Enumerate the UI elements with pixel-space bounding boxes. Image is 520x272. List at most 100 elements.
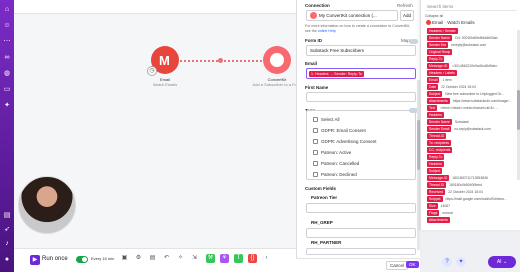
item-key-pill[interactable]: Sender Email — [427, 126, 452, 132]
add-connection-button[interactable]: Add — [400, 10, 414, 21]
item-key-pill[interactable]: Thread-ID — [427, 133, 447, 139]
item-row[interactable]: Original Recip — [427, 49, 455, 55]
item-key-pill[interactable]: Headers › Labels — [427, 70, 457, 76]
item-key-pill[interactable]: Sender Name — [427, 119, 452, 125]
item-row[interactable]: To: recipients — [427, 140, 454, 146]
item-row[interactable]: Message-ID 1801800711713553836 — [427, 175, 488, 181]
tag-option[interactable]: Patreon: Declined — [313, 172, 357, 178]
item-key-pill[interactable]: Sender Em — [427, 42, 448, 48]
item-key-pill[interactable]: Reply-To — [427, 56, 445, 62]
item-row[interactable]: Headers — [427, 112, 447, 118]
notes-icon[interactable]: ▤ — [148, 254, 157, 263]
item-key-pill[interactable]: Subject — [427, 91, 443, 97]
form-map-toggle[interactable] — [409, 39, 418, 44]
save-icon[interactable]: ▣ — [120, 254, 129, 263]
checkbox[interactable] — [313, 139, 318, 145]
cancel-button[interactable]: Cancel — [386, 261, 409, 270]
item-key-pill[interactable]: Received — [427, 189, 446, 195]
rocket-icon[interactable]: ➶ — [3, 226, 11, 234]
connection-select[interactable]: My ConvertKit connection (... — [306, 10, 398, 21]
item-row[interactable]: Sender Name CN: 0001f0d80e8f4d6b53ab — [427, 35, 498, 41]
email-field[interactable]: 1. Headers → Sender: Reply-To — [306, 68, 416, 79]
item-key-pill[interactable]: Email — [427, 77, 440, 83]
book-icon[interactable]: ▤ — [3, 212, 11, 220]
tag-option[interactable]: GDPR: Email Consent — [313, 128, 366, 134]
flow-control-icon[interactable]: ⚘ — [220, 254, 229, 263]
item-key-pill[interactable]: Flags — [427, 210, 440, 216]
item-key-pill[interactable]: Headers — [427, 161, 444, 167]
item-row[interactable]: Email 1 item — [427, 77, 452, 83]
star-icon[interactable]: ✦ — [3, 102, 11, 110]
collapse-all-button[interactable]: Collapse all — [425, 14, 443, 18]
item-key-pill[interactable]: Thread ID — [427, 182, 447, 188]
help-icon[interactable]: ? — [442, 257, 452, 267]
item-row[interactable]: Sender Name Substack — [427, 119, 469, 125]
item-key-pill[interactable]: Attachments — [427, 98, 450, 104]
item-key-pill[interactable]: Text — [427, 105, 438, 111]
item-row[interactable]: Attachments https://www.substackcdn.com/i… — [427, 98, 511, 104]
item-row[interactable]: Message-ID <3014862210e9ad2cd8d5ab> — [427, 63, 498, 69]
run-once-label[interactable]: Run once — [42, 256, 68, 262]
connector-handle[interactable] — [218, 58, 223, 63]
form-id-select[interactable]: Substack Free Subscribers — [306, 45, 416, 56]
item-row[interactable]: Headers › Sender — [427, 28, 461, 34]
items-source-tab[interactable]: Email - Watch Emails — [425, 20, 475, 26]
first-name-field[interactable] — [306, 92, 416, 102]
item-row[interactable]: Reply-To — [427, 56, 447, 62]
item-key-pill[interactable]: Message-ID — [427, 175, 450, 181]
item-key-pill[interactable]: Headers — [427, 112, 444, 118]
item-row[interactable]: Thread ID 180180c0b8040f5ebd — [427, 182, 482, 188]
item-row[interactable]: Headers — [427, 161, 447, 167]
undo-icon[interactable]: ↶ — [162, 254, 171, 263]
item-key-pill[interactable]: Reply-To — [427, 154, 445, 160]
ai-assistant-button[interactable]: AI ⌄ — [488, 256, 516, 268]
tag-option[interactable]: GDPR: Advertising Consent — [313, 139, 377, 145]
bell-icon[interactable]: ♪ — [3, 240, 11, 248]
item-row[interactable]: Snippet https://mail.google.com/mail/u/0/… — [427, 196, 507, 202]
text-parser-icon[interactable]: T — [234, 254, 243, 263]
online-help-link[interactable]: online Help — [318, 29, 336, 33]
item-key-pill[interactable]: Message-ID — [427, 63, 450, 69]
item-row[interactable]: Headers › Labels — [427, 70, 460, 76]
email-module[interactable]: M ◷ — [147, 46, 179, 76]
rh-partner-field[interactable] — [306, 248, 416, 255]
rh-greep-field[interactable] — [306, 228, 416, 238]
tag-option[interactable]: Patreon: Cancelled — [313, 161, 359, 167]
item-key-pill[interactable]: Date — [427, 84, 439, 90]
item-row[interactable]: Flags normal — [427, 210, 453, 216]
clock-icon[interactable]: ◷ — [147, 66, 157, 76]
checkbox[interactable] — [313, 150, 318, 156]
tools-icon[interactable]: ⚒ — [206, 254, 215, 263]
checkbox[interactable] — [313, 128, 318, 134]
item-row[interactable]: Size 14067 — [427, 203, 450, 209]
item-row[interactable]: Received 22 October 2024 15:04 — [427, 189, 483, 195]
link-icon[interactable]: ∞ — [3, 54, 11, 62]
checkbox[interactable] — [313, 117, 318, 123]
item-row[interactable]: Sender Email no-reply@substack.com — [427, 126, 491, 132]
item-row[interactable]: Thread-ID — [427, 133, 449, 139]
item-row[interactable]: Sender Em noreply@substack.com — [427, 42, 486, 48]
tag-select-all[interactable]: Select All — [313, 117, 340, 123]
device-icon[interactable]: ▭ — [3, 86, 11, 94]
item-row[interactable]: Reply-To — [427, 154, 447, 160]
convertkit-module[interactable] — [263, 46, 291, 74]
patreon-tier-field[interactable] — [306, 203, 416, 213]
item-key-pill[interactable]: Snippet — [427, 196, 443, 202]
refresh-link[interactable]: Refresh — [397, 3, 413, 8]
item-key-pill[interactable]: Sender Name — [427, 35, 452, 41]
item-key-pill[interactable]: CC: recipients — [427, 147, 453, 153]
item-row[interactable]: CC: recipients — [427, 147, 455, 153]
item-row[interactable]: Text <html><head><meta charset=utf-8> ... — [427, 105, 498, 111]
item-key-pill[interactable]: Subject — [427, 168, 443, 174]
share-icon[interactable]: ⋯ — [3, 38, 11, 46]
item-row[interactable]: Date 22 October 2024 15:04 — [427, 84, 476, 90]
autoalign-icon[interactable]: ✧ — [176, 254, 185, 263]
more-icon[interactable]: ‹ — [262, 254, 271, 263]
item-key-pill[interactable]: Original Recip — [427, 49, 453, 55]
home-icon[interactable]: ⌂ — [3, 6, 11, 14]
json-icon[interactable]: {} — [248, 254, 257, 263]
item-key-pill[interactable]: To: recipients — [427, 140, 451, 146]
email-mapped-pill[interactable]: 1. Headers → Sender: Reply-To — [309, 71, 364, 77]
item-key-pill[interactable]: Size — [427, 203, 438, 209]
settings-icon[interactable]: ⚙ — [134, 254, 143, 263]
